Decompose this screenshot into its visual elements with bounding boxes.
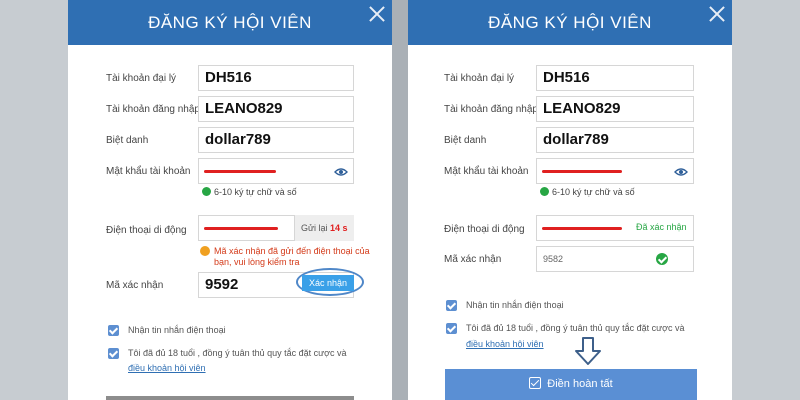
complete-registration-button[interactable]: Điền hoàn tất [445,369,697,400]
terms-link[interactable]: điều khoản hội viên [466,339,544,349]
dialog-header: ĐĂNG KÝ HỘI VIÊN [68,0,392,45]
dialog-header: ĐĂNG KÝ HỘI VIÊN [408,0,732,45]
sms-label: Nhận tin nhắn điện thoại [466,300,564,310]
warning-icon [200,246,210,256]
login-account-field[interactable]: LEANO829 [536,96,694,122]
password-redaction [542,170,622,173]
password-hint: 6-10 ký tự chữ và số [202,187,297,197]
eye-icon[interactable] [674,167,688,177]
background-right [732,0,800,400]
age-label: Tôi đã đủ 18 tuổi , đồng ý tuân thủ quy … [466,323,685,333]
sms-label: Nhận tin nhắn điện thoại [128,325,226,335]
login-account-label: Tài khoản đăng nhập [106,104,200,115]
login-account-field[interactable]: LEANO829 [198,96,354,122]
age-checkbox[interactable] [446,323,457,334]
confirm-code-button[interactable]: Xác nhận [302,275,354,291]
sms-checkbox[interactable] [108,325,119,336]
agent-account-field[interactable]: DH516 [536,65,694,91]
phone-label: Điện thoại di động [106,225,187,236]
age-label: Tôi đã đủ 18 tuổi , đồng ý tuân thủ quy … [128,348,347,358]
dialog-title: ĐĂNG KÝ HỘI VIÊN [488,13,652,32]
down-arrow-icon [574,336,602,366]
code-label: Mã xác nhận [444,254,502,265]
check-circle-icon [540,187,549,197]
eye-icon[interactable] [334,167,348,177]
terms-link[interactable]: điều khoản hội viên [128,363,206,373]
dialog-title: ĐĂNG KÝ HỘI VIÊN [148,13,312,32]
submit-button-partial[interactable] [106,396,354,400]
verified-status: Đã xác nhận [636,222,687,232]
agent-account-field[interactable]: DH516 [198,65,354,91]
code-label: Mã xác nhận [106,280,164,291]
password-hint: 6-10 ký tự chữ và số [540,187,635,197]
phone-redaction [542,227,622,230]
check-circle-icon [202,187,211,197]
agent-account-label: Tài khoản đại lý [444,73,515,84]
background-divider [392,0,408,400]
phone-redaction [204,227,278,230]
code-field: 9582 [536,246,694,272]
password-redaction [204,170,276,173]
check-circle-icon [656,253,668,265]
password-label: Mật khẩu tài khoản [106,166,191,177]
nickname-field[interactable]: dollar789 [536,127,694,153]
checkbox-icon [529,377,542,390]
nickname-label: Biệt danh [444,135,487,146]
agent-account-label: Tài khoản đại lý [106,73,177,84]
nickname-field[interactable]: dollar789 [198,127,354,153]
password-label: Mật khẩu tài khoản [444,166,529,177]
login-account-label: Tài khoản đăng nhập [444,104,538,115]
registration-panel-step1: ĐĂNG KÝ HỘI VIÊN Tài khoản đại lý DH516 … [68,0,392,400]
phone-label: Điện thoại di động [444,224,525,235]
code-sent-warning: Mã xác nhận đã gửi đến điện thoại của bạn… [214,246,370,267]
close-icon[interactable] [708,5,726,23]
nickname-label: Biệt danh [106,135,149,146]
background-left [0,0,68,400]
close-icon[interactable] [368,5,386,23]
sms-checkbox[interactable] [446,300,457,311]
resend-code-button[interactable]: Gửi lại 14 s [294,215,354,241]
age-checkbox[interactable] [108,348,119,359]
registration-panel-step2: ĐĂNG KÝ HỘI VIÊN Tài khoản đại lý DH516 … [408,0,732,400]
